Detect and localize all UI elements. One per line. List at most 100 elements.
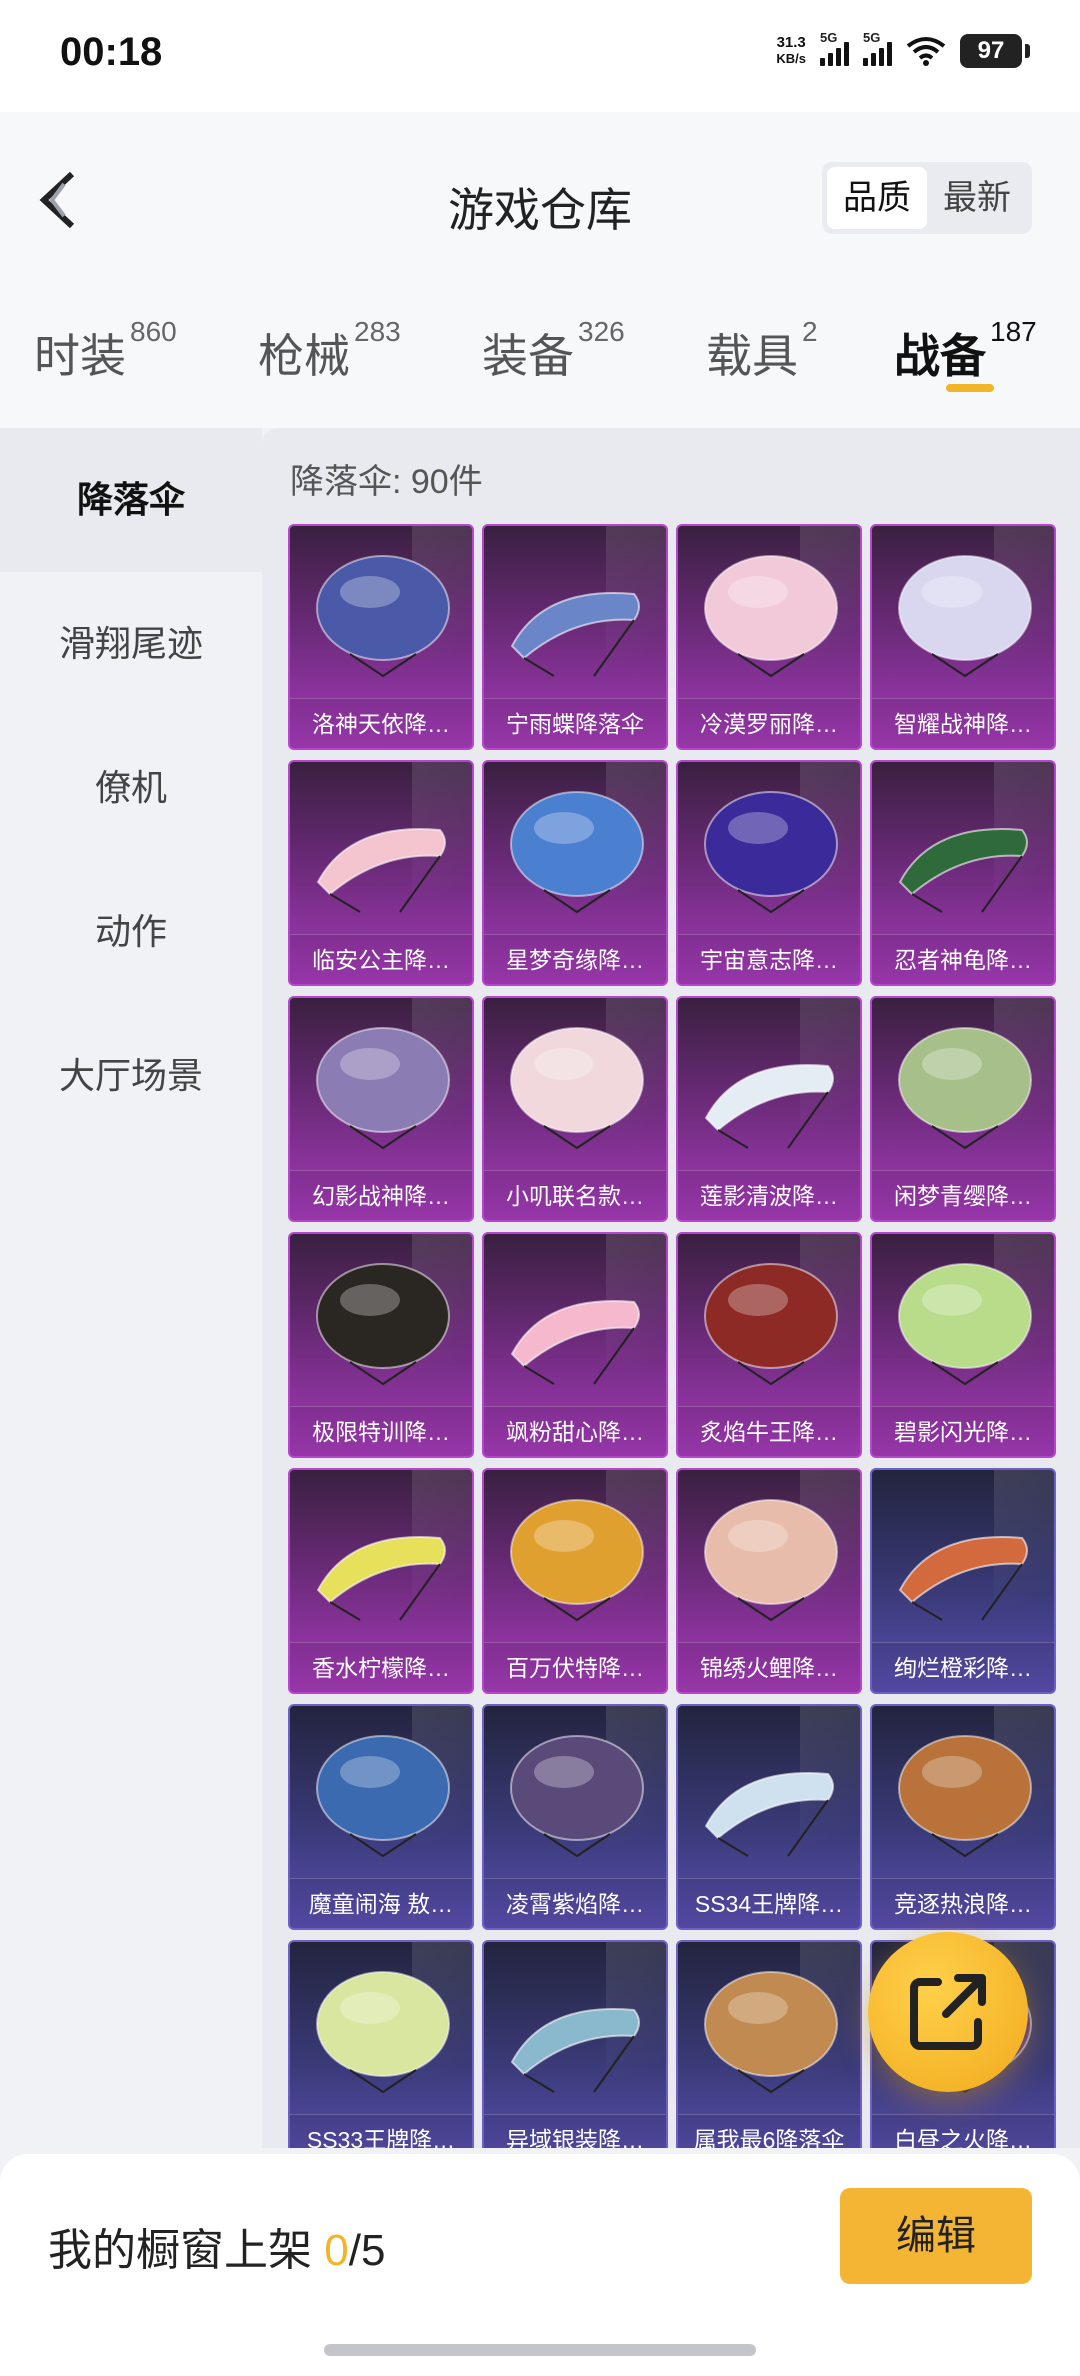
parachute-card[interactable]: 幻影战神降… [288, 996, 474, 1222]
category-tabs: 时装 860 枪械 283 装备 326 载具 2 战备 187 [0, 302, 1080, 402]
parachute-card[interactable]: 小叽联名款… [482, 996, 668, 1222]
parachute-card[interactable]: 洛神天依降… [288, 524, 474, 750]
parachute-card[interactable]: 极限特训降… [288, 1232, 474, 1458]
parachute-icon [510, 592, 640, 677]
parachute-card[interactable]: 魔童闹海 敖… [288, 1704, 474, 1930]
parachute-card[interactable]: 冷漠罗丽降… [676, 524, 862, 750]
parachute-icon [704, 791, 838, 914]
sort-option-newest[interactable]: 最新 [927, 167, 1027, 229]
home-indicator [324, 2344, 756, 2356]
parachute-icon [704, 1064, 834, 1149]
tab-fashion[interactable]: 时装 860 [34, 316, 177, 386]
parachute-card[interactable]: SS34王牌降… [676, 1704, 862, 1930]
parachute-card[interactable]: 百万伏特降… [482, 1468, 668, 1694]
signal-icon: 5G [863, 30, 892, 66]
parachute-card[interactable]: 宁雨蝶降落伞 [482, 524, 668, 750]
parachute-name: 洛神天依降… [290, 698, 472, 748]
parachute-name: 百万伏特降… [484, 1642, 666, 1692]
parachute-card[interactable]: 香水柠檬降… [288, 1468, 474, 1694]
parachute-name: 莲影清波降… [678, 1170, 860, 1220]
sidebar-item-wingman[interactable]: 僚机 [0, 716, 262, 860]
sidebar-item-glide-trail[interactable]: 滑翔尾迹 [0, 572, 262, 716]
parachute-name: 星梦奇缘降… [484, 934, 666, 984]
status-icons: 31.3 KB/s 5G 5G 97 [776, 30, 1030, 68]
parachute-name: SS33王牌降… [290, 2114, 472, 2148]
battery-indicator: 97 [960, 34, 1030, 68]
sort-option-quality[interactable]: 品质 [827, 167, 927, 229]
parachute-card[interactable]: 宇宙意志降… [676, 760, 862, 986]
wifi-icon [906, 37, 946, 66]
sidebar-item-emote[interactable]: 动作 [0, 860, 262, 1004]
parachute-card[interactable]: 临安公主降… [288, 760, 474, 986]
parachute-card[interactable]: 异域银装降… [482, 1940, 668, 2148]
parachute-icon [510, 1735, 644, 1858]
parachute-name: 忍者神龟降… [872, 934, 1054, 984]
sidebar-item-lobby-scene[interactable]: 大厅场景 [0, 1004, 262, 1148]
parachute-icon [316, 1027, 450, 1150]
parachute-card[interactable]: 锦绣火鲤降… [676, 1468, 862, 1694]
parachute-card[interactable]: 智耀战神降… [870, 524, 1056, 750]
parachute-card[interactable]: 凌霄紫焰降… [482, 1704, 668, 1930]
parachute-card[interactable]: SS33王牌降… [288, 1940, 474, 2148]
sidebar-item-parachute[interactable]: 降落伞 [0, 428, 262, 572]
tab-vehicles[interactable]: 载具 2 [706, 316, 818, 386]
parachute-icon [316, 1971, 450, 2094]
parachute-card[interactable]: 绚烂橙彩降… [870, 1468, 1056, 1694]
tab-guns[interactable]: 枪械 283 [258, 316, 401, 386]
parachute-name: 临安公主降… [290, 934, 472, 984]
app-header: 游戏仓库 品质 最新 时装 860 枪械 283 装备 326 载具 2 战备 187 [0, 112, 1080, 428]
parachute-icon [898, 1536, 1028, 1621]
sort-toggle: 品质 最新 [822, 162, 1032, 234]
parachute-card[interactable]: 忍者神龟降… [870, 760, 1056, 986]
parachute-name: 极限特训降… [290, 1406, 472, 1456]
parachute-card[interactable]: 碧影闪光降… [870, 1232, 1056, 1458]
parachute-name: 炙焰牛王降… [678, 1406, 860, 1456]
parachute-card[interactable]: 闲梦青缨降… [870, 996, 1056, 1222]
parachute-icon [510, 791, 644, 914]
parachute-card[interactable]: 竞逐热浪降… [870, 1704, 1056, 1930]
item-count: 降落伞: 90件 [290, 463, 483, 501]
parachute-icon [316, 1263, 450, 1386]
parachute-name: 冷漠罗丽降… [678, 698, 860, 748]
parachute-card[interactable]: 炙焰牛王降… [676, 1232, 862, 1458]
parachute-icon [898, 1735, 1032, 1858]
showcase-total: /5 [348, 2226, 386, 2275]
sidebar: 降落伞 滑翔尾迹 僚机 动作 大厅场景 [0, 428, 262, 2148]
parachute-icon [704, 1772, 834, 1857]
parachute-card[interactable]: 飒粉甜心降… [482, 1232, 668, 1458]
share-button[interactable] [868, 1932, 1028, 2092]
parachute-icon [510, 1300, 640, 1385]
parachute-icon [704, 1971, 838, 2094]
showcase-status: 我的橱窗上架 0/5 [48, 2226, 386, 2275]
parachute-icon [510, 1499, 644, 1622]
parachute-name: 闲梦青缨降… [872, 1170, 1054, 1220]
parachute-icon [316, 1536, 446, 1621]
parachute-icon [898, 1263, 1032, 1386]
signal-icon: 5G [820, 30, 849, 66]
parachute-name: 属我最6降落伞 [678, 2114, 860, 2148]
parachute-name: 凌霄紫焰降… [484, 1878, 666, 1928]
parachute-name: 小叽联名款… [484, 1170, 666, 1220]
status-bar: 00:18 31.3 KB/s 5G 5G 97 [0, 0, 1080, 112]
share-icon [910, 1974, 986, 2050]
parachute-name: 碧影闪光降… [872, 1406, 1054, 1456]
parachute-card[interactable]: 莲影清波降… [676, 996, 862, 1222]
parachute-icon [898, 555, 1032, 678]
parachute-icon [704, 555, 838, 678]
parachute-card[interactable]: 星梦奇缘降… [482, 760, 668, 986]
parachute-name: 宇宙意志降… [678, 934, 860, 984]
tab-supplies[interactable]: 战备 187 [894, 316, 1037, 386]
parachute-name: 绚烂橙彩降… [872, 1642, 1054, 1692]
parachute-name: 幻影战神降… [290, 1170, 472, 1220]
parachute-icon [510, 2008, 640, 2093]
parachute-name: 智耀战神降… [872, 698, 1054, 748]
bottom-bar: 我的橱窗上架 0/5 编辑 [0, 2154, 1080, 2376]
edit-button[interactable]: 编辑 [840, 2188, 1032, 2284]
parachute-icon [316, 828, 446, 913]
parachute-icon [316, 555, 450, 678]
tab-gear[interactable]: 装备 326 [482, 316, 625, 386]
active-tab-indicator [946, 384, 994, 392]
parachute-name: 白昼之火降… [872, 2114, 1054, 2148]
parachute-card[interactable]: 属我最6降落伞 [676, 1940, 862, 2148]
parachute-name: 锦绣火鲤降… [678, 1642, 860, 1692]
